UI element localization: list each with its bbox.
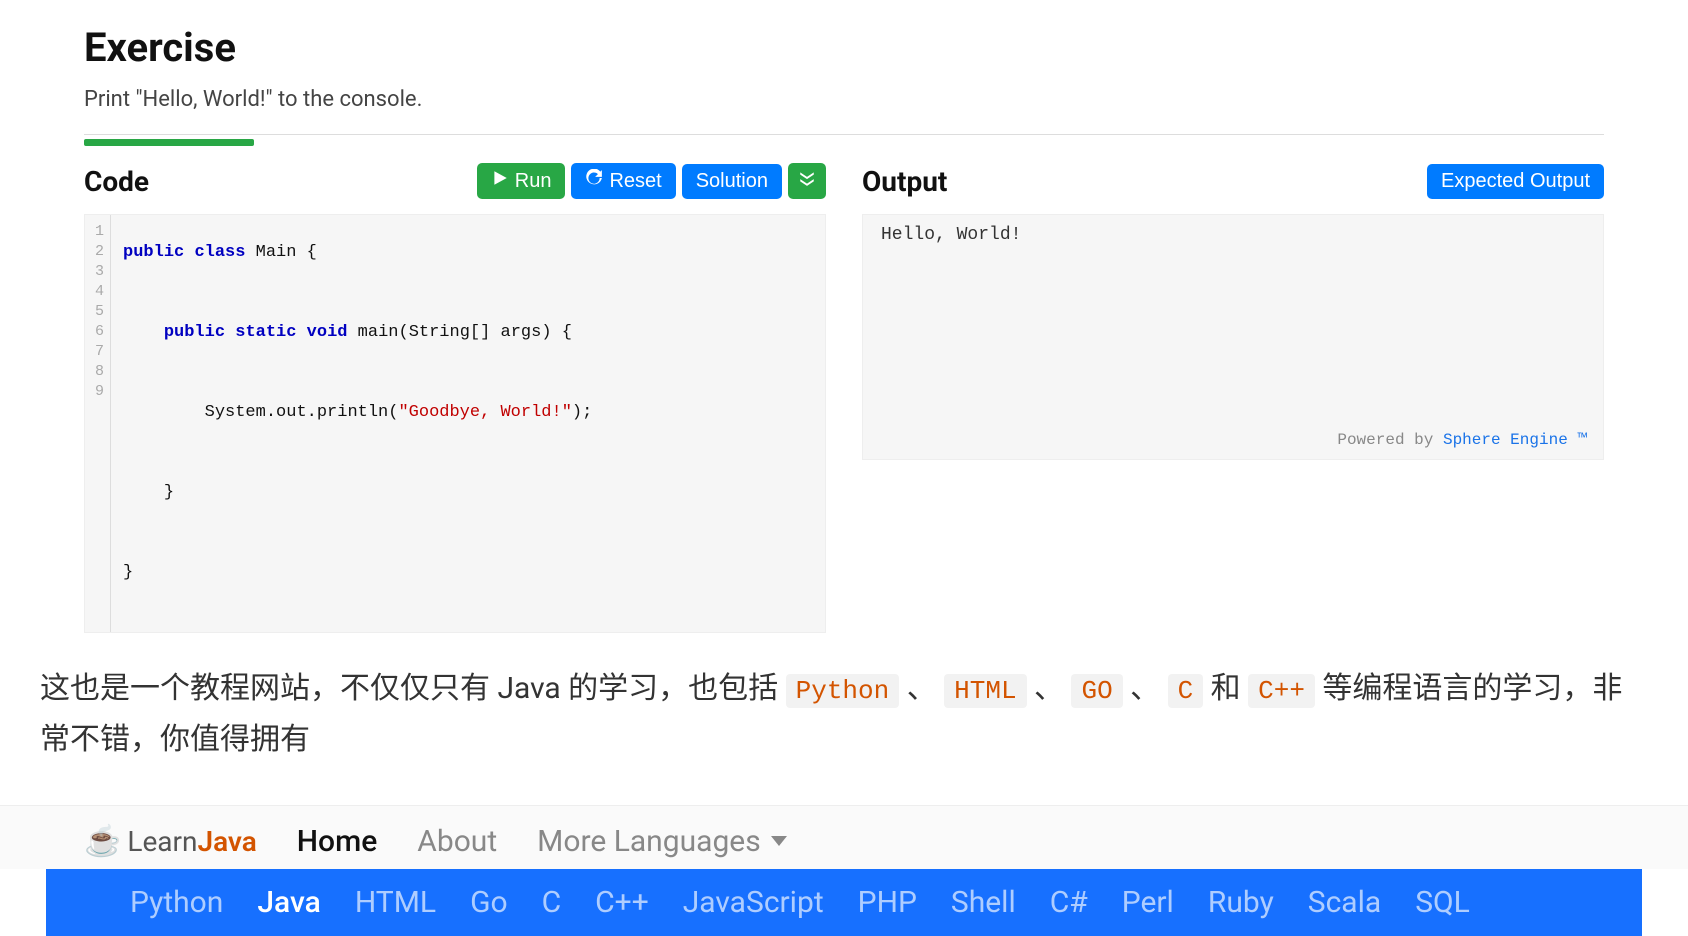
exercise-heading: Exercise bbox=[84, 24, 1604, 71]
chip-python: Python bbox=[786, 674, 900, 708]
java-cup-icon: ☕ bbox=[84, 824, 121, 859]
lang-sql[interactable]: SQL bbox=[1415, 885, 1470, 920]
play-icon bbox=[491, 169, 509, 193]
solution-button[interactable]: Solution bbox=[682, 164, 782, 199]
output-title: Output bbox=[862, 165, 1421, 198]
line-number: 5 bbox=[95, 303, 104, 323]
chip-go: GO bbox=[1071, 674, 1122, 708]
lang-go[interactable]: Go bbox=[470, 885, 508, 920]
expand-button[interactable] bbox=[788, 163, 826, 199]
language-bar: Python Java HTML Go C C++ JavaScript PHP Shell C#… bbox=[46, 869, 1642, 936]
divider bbox=[84, 134, 1604, 135]
lang-perl[interactable]: Perl bbox=[1122, 885, 1174, 920]
reset-label: Reset bbox=[609, 170, 661, 193]
lang-java[interactable]: Java bbox=[257, 885, 320, 920]
code-editor[interactable]: 123456789 public class Main { public sta… bbox=[84, 214, 826, 633]
line-number: 8 bbox=[95, 363, 104, 383]
lang-shell[interactable]: Shell bbox=[951, 885, 1016, 920]
line-gutter: 123456789 bbox=[85, 215, 111, 632]
run-label: Run bbox=[515, 170, 552, 193]
chevrons-down-icon bbox=[798, 169, 816, 193]
code-panel: Code Run Reset Solution bbox=[84, 160, 826, 633]
run-button[interactable]: Run bbox=[477, 163, 566, 199]
lang-c[interactable]: C bbox=[542, 885, 562, 920]
lang-php[interactable]: PHP bbox=[858, 885, 917, 920]
refresh-icon bbox=[585, 169, 603, 193]
nav-link-home[interactable]: Home bbox=[297, 824, 378, 859]
powered-by: Powered by Sphere Engine ™ bbox=[1337, 431, 1587, 449]
lang-c[interactable]: C# bbox=[1050, 885, 1088, 920]
site-nav: ☕ LearnJava Home About More Languages bbox=[0, 805, 1688, 869]
line-number: 6 bbox=[95, 323, 104, 343]
line-number: 2 bbox=[95, 243, 104, 263]
output-panel: Output Expected Output Hello, World! Pow… bbox=[862, 160, 1604, 633]
code-title: Code bbox=[84, 165, 471, 198]
line-number: 9 bbox=[95, 383, 104, 403]
code-area[interactable]: public class Main { public static void m… bbox=[111, 215, 604, 632]
expected-output-label: Expected Output bbox=[1441, 170, 1590, 193]
nav-link-about[interactable]: About bbox=[417, 824, 497, 859]
lang-html[interactable]: HTML bbox=[355, 885, 436, 920]
line-number: 7 bbox=[95, 343, 104, 363]
progress-bar bbox=[84, 139, 254, 146]
expected-output-button[interactable]: Expected Output bbox=[1427, 164, 1604, 199]
lang-javascript[interactable]: JavaScript bbox=[683, 885, 824, 920]
exercise-description: Print "Hello, World!" to the console. bbox=[84, 87, 1604, 112]
line-number: 3 bbox=[95, 263, 104, 283]
solution-label: Solution bbox=[696, 170, 768, 193]
line-number: 4 bbox=[95, 283, 104, 303]
lang-python[interactable]: Python bbox=[130, 885, 223, 920]
lang-c[interactable]: C++ bbox=[595, 885, 649, 920]
nav-link-more-languages[interactable]: More Languages bbox=[537, 824, 787, 859]
chip-c: C bbox=[1168, 674, 1204, 708]
chip-html: HTML bbox=[944, 674, 1026, 708]
logo[interactable]: ☕ LearnJava bbox=[84, 824, 257, 859]
chevron-down-icon bbox=[771, 836, 787, 846]
line-number: 1 bbox=[95, 223, 104, 243]
reset-button[interactable]: Reset bbox=[571, 163, 675, 199]
lang-scala[interactable]: Scala bbox=[1308, 885, 1381, 920]
chip-cpp: C++ bbox=[1248, 674, 1315, 708]
sphere-engine-link[interactable]: Sphere Engine ™ bbox=[1443, 431, 1587, 449]
output-text: Hello, World! bbox=[881, 225, 1021, 245]
lang-ruby[interactable]: Ruby bbox=[1208, 885, 1274, 920]
output-box: Hello, World! Powered by Sphere Engine ™ bbox=[862, 214, 1604, 460]
article-paragraph: 这也是一个教程网站，不仅仅只有 Java 的学习，也包括 Python 、 HT… bbox=[0, 633, 1688, 805]
